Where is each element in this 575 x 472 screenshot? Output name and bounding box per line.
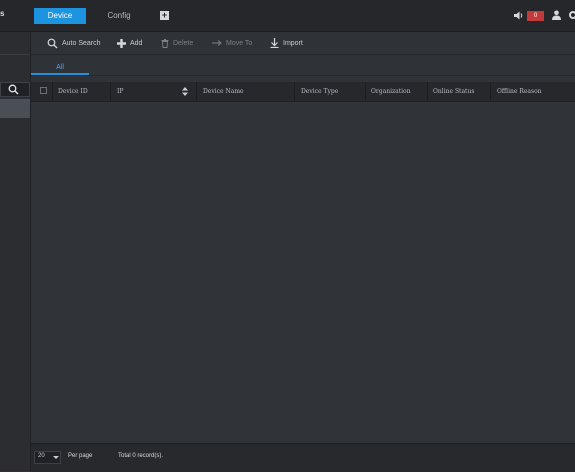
tab-config[interactable]: Config: [96, 8, 142, 24]
user-icon[interactable]: [552, 10, 561, 20]
app-title-fragment: s: [0, 9, 5, 18]
plus-icon: [117, 38, 126, 48]
per-page-value: 20: [38, 453, 45, 459]
add-tab-button[interactable]: +: [160, 11, 169, 20]
delete-button[interactable]: Delete: [161, 37, 193, 49]
alarm-count-badge[interactable]: 0: [527, 11, 544, 21]
auto-search-button[interactable]: Auto Search: [47, 37, 101, 49]
move-to-label: Move To: [226, 39, 253, 47]
tab-device[interactable]: Device: [34, 8, 86, 24]
per-page-label: Per page: [68, 453, 93, 459]
column-header-organization[interactable]: Organization: [371, 82, 411, 101]
top-bar: [0, 0, 575, 32]
column-header-online-status[interactable]: Online Status: [433, 82, 474, 101]
toolbar: [31, 32, 575, 55]
column-header-ip[interactable]: IP: [117, 82, 123, 101]
search-icon: [47, 38, 58, 48]
auto-search-label: Auto Search: [62, 39, 101, 47]
search-icon[interactable]: [8, 84, 19, 95]
device-table-body: [31, 102, 575, 442]
add-device-button[interactable]: Add: [117, 37, 142, 49]
import-button[interactable]: Import: [270, 37, 303, 49]
sort-icon[interactable]: [182, 87, 188, 96]
import-icon: [270, 38, 279, 48]
divider: [31, 75, 575, 76]
column-header-device-name[interactable]: Device Name: [203, 82, 244, 101]
trash-icon: [161, 38, 169, 48]
add-label: Add: [130, 39, 143, 47]
move-icon: [212, 40, 222, 46]
column-separator: [490, 82, 491, 101]
speaker-icon[interactable]: [514, 11, 524, 20]
column-separator: [427, 82, 428, 101]
pagination-footer: [31, 443, 575, 472]
move-to-button[interactable]: Move To: [212, 37, 252, 49]
gear-icon[interactable]: [569, 11, 575, 19]
tab-all[interactable]: All: [31, 61, 89, 75]
column-header-device-id[interactable]: Device ID: [58, 82, 88, 101]
tree-item-selected[interactable]: [0, 99, 30, 118]
panel-header: [0, 32, 30, 55]
select-all-checkbox[interactable]: [40, 87, 47, 94]
device-tree-panel: [0, 32, 31, 471]
chevron-down-icon[interactable]: [53, 456, 59, 459]
column-separator: [196, 82, 197, 101]
import-label: Import: [283, 39, 303, 47]
delete-label: Delete: [173, 39, 194, 47]
column-separator: [110, 82, 111, 101]
column-header-offline-reason[interactable]: Offline Reason: [497, 82, 542, 101]
column-header-device-type[interactable]: Device Type: [301, 82, 338, 101]
column-separator: [52, 82, 53, 101]
total-records-label: Total 0 record(s).: [118, 453, 164, 459]
column-separator: [294, 82, 295, 101]
column-separator: [365, 82, 366, 101]
